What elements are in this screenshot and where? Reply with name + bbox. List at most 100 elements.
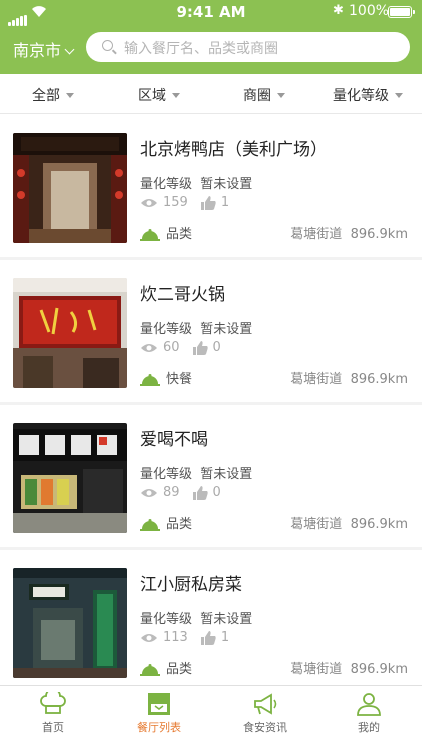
location-info: 葛塘街道 896.9km (290, 368, 408, 387)
chevron-down-icon (64, 44, 75, 55)
chef-hat-icon (40, 692, 66, 714)
view-count: 159 (163, 195, 188, 210)
stats-row: 89 0 (140, 485, 234, 500)
filter-label: 区域 (138, 88, 166, 104)
filter-all[interactable]: 全部 (32, 85, 74, 105)
tab-profile[interactable]: 我的 (316, 692, 422, 735)
person-icon (357, 693, 381, 716)
distance-label: 896.9km (350, 227, 408, 242)
like-count: 1 (220, 195, 230, 210)
megaphone-icon (254, 693, 277, 715)
stats-row: 113 1 (140, 630, 242, 645)
dish-cover-icon (140, 518, 160, 531)
filter-bar: 全部 区域 商圈 量化等级 (0, 74, 422, 114)
grade-value: 暂未设置 (200, 612, 253, 627)
filter-business-district[interactable]: 商圈 (243, 85, 285, 105)
search-input[interactable]: 输入餐厅名、品类或商圈 (86, 32, 410, 62)
restaurant-card[interactable]: 江小厨私房菜 量化等级 暂未设置 113 1 品类 葛塘街道 896.9km (0, 550, 422, 692)
restaurant-photo (13, 133, 127, 243)
street-label: 葛塘街道 (290, 227, 343, 242)
grade-value: 暂未设置 (200, 177, 253, 192)
filter-area[interactable]: 区域 (138, 85, 180, 105)
filter-label: 商圈 (243, 88, 271, 104)
distance-label: 896.9km (350, 372, 408, 387)
view-count: 60 (163, 340, 180, 355)
dropdown-arrow-icon (277, 93, 285, 98)
grade-value: 暂未设置 (200, 467, 253, 482)
dropdown-arrow-icon (172, 93, 180, 98)
restaurant-card[interactable]: 炊二哥火锅 量化等级 暂未设置 60 0 快餐 葛塘街道 896.9km (0, 260, 422, 402)
restaurant-card[interactable]: 爱喝不喝 量化等级 暂未设置 89 0 品类 葛塘街道 896.9km (0, 405, 422, 547)
grade-label: 量化等级 (140, 612, 193, 627)
tab-label: 我的 (358, 721, 380, 734)
filter-label: 量化等级 (333, 88, 389, 104)
city-selector[interactable]: 南京市 (13, 37, 75, 61)
search-icon (102, 40, 113, 51)
top-bar: 9:41 AM ✱ 100% 南京市 输入餐厅名、品类或商圈 (0, 0, 422, 74)
restaurant-name: 北京烤鸭店（美利广场） (140, 140, 327, 160)
dropdown-arrow-icon (66, 93, 74, 98)
battery-percent: 100% (349, 3, 390, 19)
grade-info: 量化等级 暂未设置 (140, 608, 252, 627)
bluetooth-icon: ✱ (333, 3, 344, 18)
thumbs-up-icon (192, 485, 208, 500)
street-label: 葛塘街道 (290, 372, 343, 387)
tab-home[interactable]: 首页 (0, 692, 106, 735)
grade-label: 量化等级 (140, 322, 193, 337)
dish-cover-icon (140, 373, 160, 386)
grade-info: 量化等级 暂未设置 (140, 463, 252, 482)
dish-cover-icon (140, 663, 160, 676)
tab-bar: 首页 餐厅列表 食安资讯 我的 (0, 685, 422, 750)
tab-label: 首页 (42, 721, 64, 734)
eye-icon (141, 488, 157, 497)
store-icon (148, 693, 170, 715)
street-label: 葛塘街道 (290, 662, 343, 677)
category-label: 品类 (166, 227, 193, 242)
restaurant-photo (13, 278, 127, 388)
search-placeholder: 输入餐厅名、品类或商圈 (124, 41, 278, 57)
tab-food-safety-news[interactable]: 食安资讯 (212, 692, 318, 735)
distance-label: 896.9km (350, 517, 408, 532)
grade-label: 量化等级 (140, 467, 193, 482)
category-label: 品类 (166, 662, 193, 677)
grade-info: 量化等级 暂未设置 (140, 173, 252, 192)
category-label: 快餐 (166, 372, 193, 387)
thumbs-up-icon (200, 630, 216, 645)
street-label: 葛塘街道 (290, 517, 343, 532)
like-count: 0 (212, 485, 221, 500)
restaurant-list[interactable]: 北京烤鸭店（美利广场） 量化等级 暂未设置 159 1 品类 葛塘街道 896.9… (0, 115, 422, 692)
battery-icon (388, 6, 415, 18)
location-info: 葛塘街道 896.9km (290, 513, 408, 532)
restaurant-name: 爱喝不喝 (140, 430, 208, 450)
category-info: 快餐 (140, 368, 192, 387)
eye-icon (141, 343, 157, 352)
location-info: 葛塘街道 896.9km (290, 223, 408, 242)
restaurant-card[interactable]: 北京烤鸭店（美利广场） 量化等级 暂未设置 159 1 品类 葛塘街道 896.9… (0, 115, 422, 257)
eye-icon (141, 633, 157, 642)
grade-info: 量化等级 暂未设置 (140, 318, 252, 337)
dish-cover-icon (140, 228, 160, 241)
status-bar: 9:41 AM ✱ 100% (0, 0, 422, 26)
view-count: 89 (163, 485, 180, 500)
restaurant-name: 炊二哥火锅 (140, 285, 225, 305)
stats-row: 159 1 (140, 195, 242, 210)
filter-label: 全部 (32, 88, 60, 104)
tab-label: 食安资讯 (243, 721, 287, 734)
thumbs-up-icon (192, 340, 208, 355)
category-info: 品类 (140, 223, 192, 242)
restaurant-photo (13, 423, 127, 533)
grade-value: 暂未设置 (200, 322, 253, 337)
like-count: 0 (212, 340, 221, 355)
location-info: 葛塘街道 896.9km (290, 658, 408, 677)
restaurant-photo (13, 568, 127, 678)
stats-row: 60 0 (140, 340, 234, 355)
tab-restaurant-list[interactable]: 餐厅列表 (106, 692, 212, 735)
restaurant-name: 江小厨私房菜 (140, 575, 242, 595)
filter-grade[interactable]: 量化等级 (333, 85, 403, 105)
dropdown-arrow-icon (395, 93, 403, 98)
thumbs-up-icon (200, 195, 216, 210)
distance-label: 896.9km (350, 662, 408, 677)
category-info: 品类 (140, 658, 192, 677)
view-count: 113 (163, 630, 188, 645)
grade-label: 量化等级 (140, 177, 193, 192)
